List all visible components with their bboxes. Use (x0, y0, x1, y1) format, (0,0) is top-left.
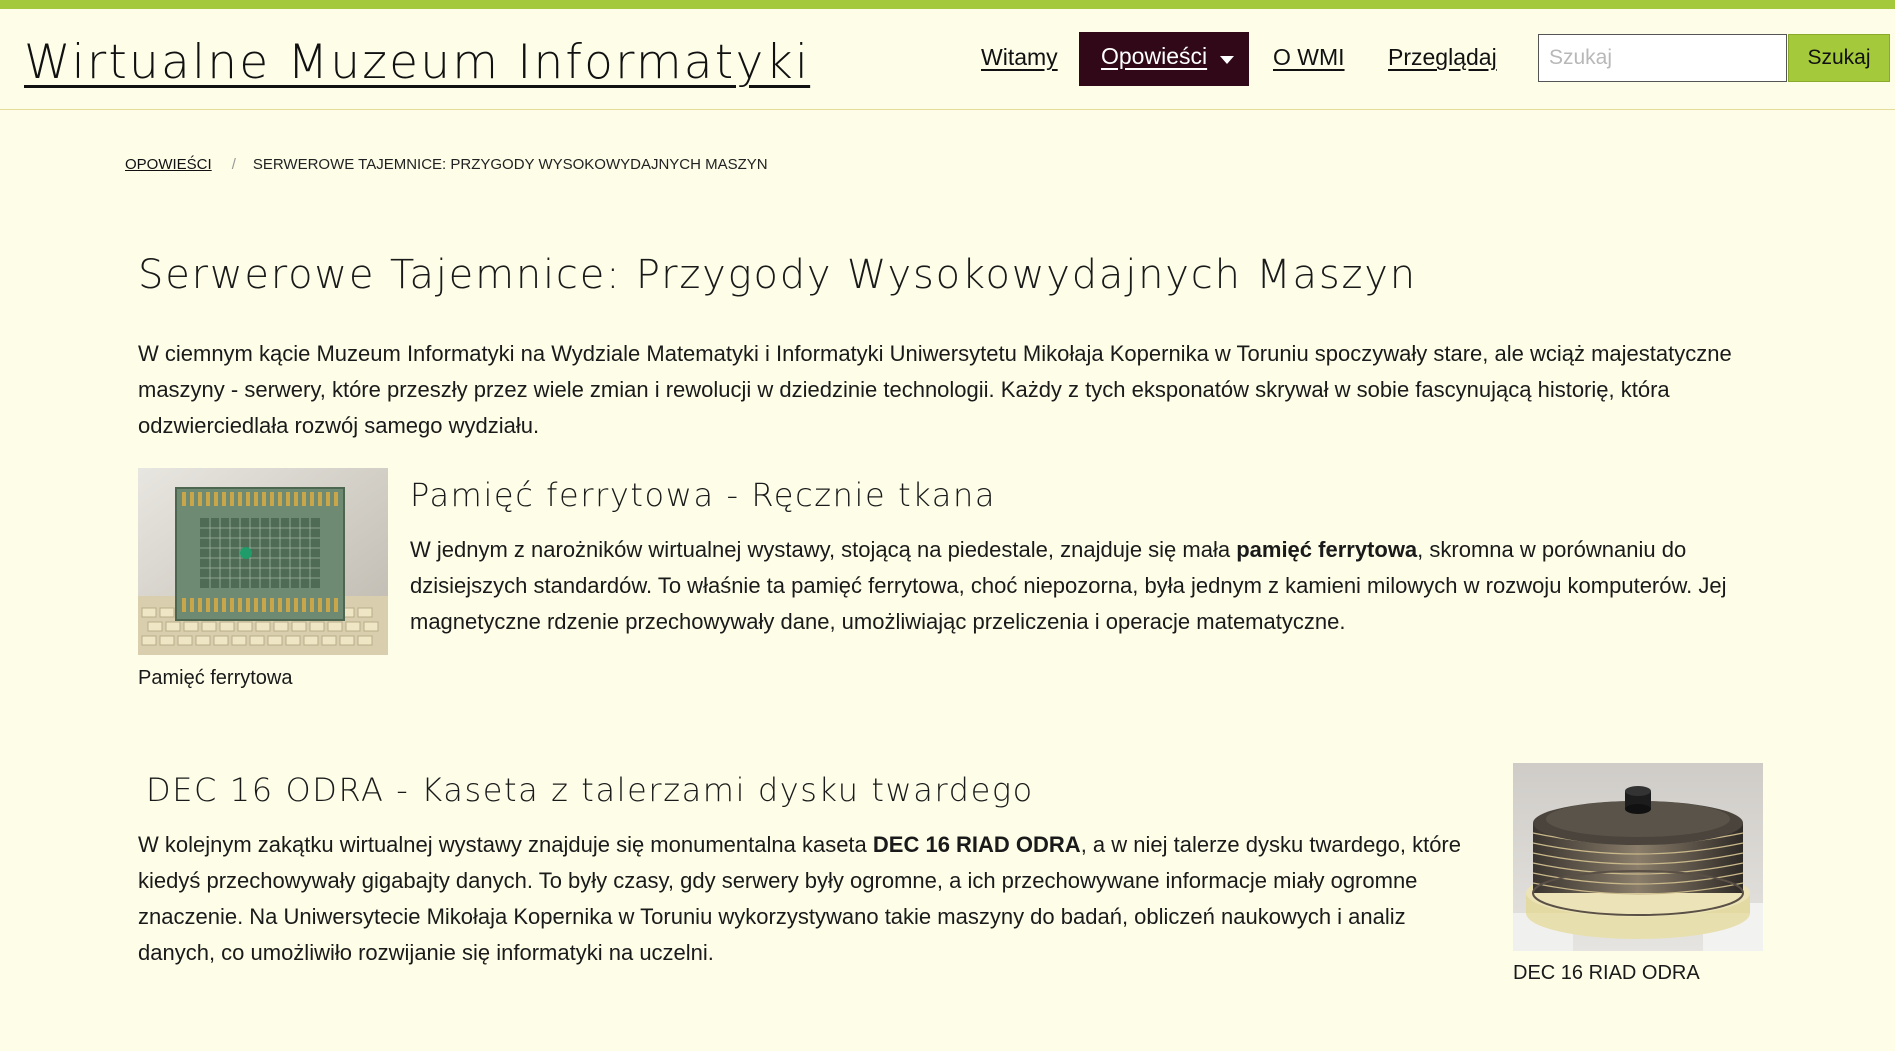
intro-paragraph: W ciemnym kącie Muzeum Informatyki na Wy… (138, 341, 1732, 438)
site-title-link[interactable]: Wirtualne Muzeum Informatyki (24, 35, 810, 90)
section-dec16-text-before: W kolejnym zakątku wirtualnej wystawy zn… (138, 832, 873, 857)
nav-przegladaj[interactable]: Przeglądaj (1388, 44, 1497, 71)
ferrite-memory-image[interactable] (138, 468, 388, 655)
search-input[interactable] (1538, 34, 1787, 82)
search-button[interactable]: Szukaj (1788, 34, 1890, 82)
section-ferrite-text-bold: pamięć ferrytowa (1236, 537, 1418, 562)
breadcrumb-current: SERWEROWE TAJEMNICE: PRZYGODY WYSOKOWYDA… (252, 156, 768, 173)
ferrite-memory-illustration (138, 468, 388, 655)
caret-down-icon[interactable] (1220, 56, 1234, 64)
section-dec16-text: W kolejnym zakątku wirtualnej wystawy zn… (138, 827, 1473, 971)
breadcrumb-separator: / (231, 156, 236, 173)
ferrite-memory-caption: Pamięć ferrytowa (138, 667, 293, 689)
top-accent-bar (0, 0, 1895, 9)
section-dec16-text-bold: DEC 16 RIAD ODRA (872, 832, 1081, 857)
dec16-caption: DEC 16 RIAD ODRA (1513, 962, 1700, 984)
dec16-disk-pack-image[interactable] (1513, 763, 1763, 951)
site-header: Wirtualne Muzeum Informatyki Witamy Opow… (0, 9, 1895, 110)
disk-pack-illustration (1513, 763, 1763, 951)
nav-opowiesci-dropdown[interactable]: Opowieści (1079, 32, 1249, 86)
nav-witamy[interactable]: Witamy (981, 44, 1058, 71)
section-dec16-title: DEC 16 ODRA - Kaseta z talerzami dysku t… (146, 771, 1034, 809)
section-ferrite-title: Pamięć ferrytowa - Ręcznie tkana (410, 476, 997, 514)
section-ferrite-text-before: W jednym z narożników wirtualnej wystawy… (410, 537, 1237, 562)
nav-o-wmi[interactable]: O WMI (1273, 44, 1345, 71)
nav-opowiesci-label[interactable]: Opowieści (1101, 43, 1207, 70)
breadcrumb: OPOWIEŚCI / SERWEROWE TAJEMNICE: PRZYGODY … (125, 156, 768, 173)
breadcrumb-opowiesci-link[interactable]: OPOWIEŚCI (125, 156, 212, 173)
section-ferrite-text: W jednym z narożników wirtualnej wystawy… (410, 532, 1772, 640)
page-title: Serwerowe Tajemnice: Przygody Wysokowyda… (138, 252, 1417, 298)
